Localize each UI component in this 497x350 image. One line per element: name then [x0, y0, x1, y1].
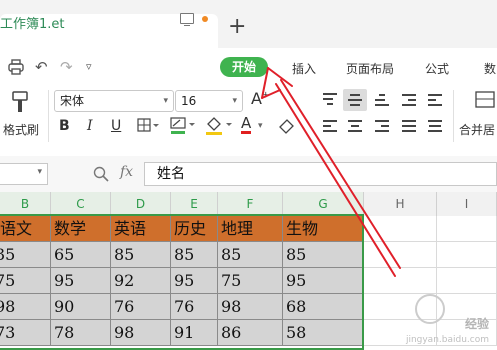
watermark-logo — [415, 294, 445, 324]
watermark-text: 经验 — [464, 317, 489, 331]
watermark-url: jingyan.baidu.com — [405, 335, 489, 345]
